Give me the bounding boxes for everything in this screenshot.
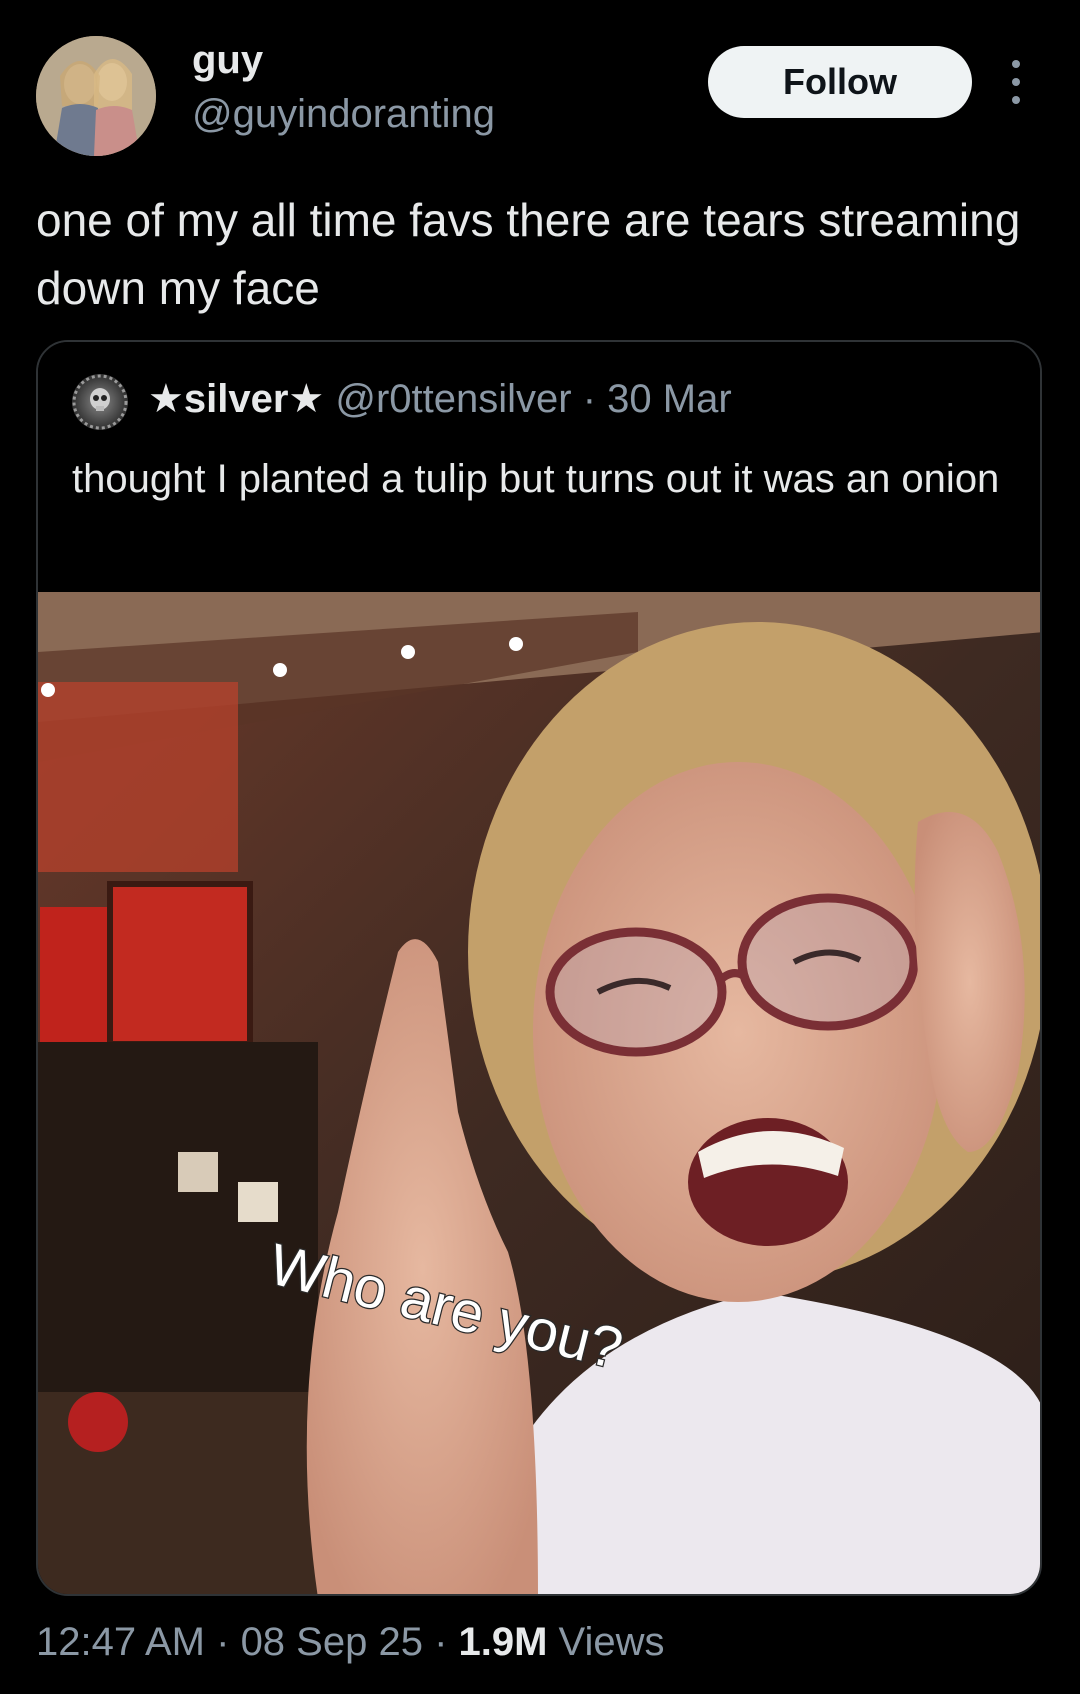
author-display-name[interactable]: guy bbox=[192, 38, 263, 83]
post-date[interactable]: 08 Sep 25 bbox=[241, 1620, 423, 1664]
author-handle[interactable]: @guyindoranting bbox=[192, 92, 495, 137]
quoted-author-avatar[interactable] bbox=[72, 374, 128, 430]
separator: · bbox=[422, 1620, 459, 1664]
dot bbox=[1012, 96, 1020, 104]
views-count[interactable]: 1.9M bbox=[459, 1620, 548, 1664]
post-text: one of my all time favs there are tears … bbox=[36, 194, 1021, 314]
separator: · bbox=[205, 1620, 241, 1664]
quoted-author-name[interactable]: ★silver★ bbox=[148, 377, 324, 421]
more-options-icon[interactable] bbox=[1004, 60, 1028, 104]
post-footer-meta: 12:47 AM · 08 Sep 25 · 1.9M Views bbox=[36, 1620, 665, 1665]
avatar-image bbox=[36, 36, 156, 156]
author-avatar[interactable] bbox=[36, 36, 156, 156]
quoted-post-header: ★silver★ @r0ttensilver · 30 Mar thought … bbox=[38, 342, 1040, 592]
quoted-author-handle[interactable]: @r0ttensilver bbox=[335, 377, 571, 421]
dot bbox=[1012, 78, 1020, 86]
skull-avatar-image bbox=[72, 374, 128, 430]
post-header: guy @guyindoranting Follow bbox=[0, 0, 1080, 170]
quoted-post-card[interactable]: ★silver★ @r0ttensilver · 30 Mar thought … bbox=[36, 340, 1042, 1596]
separator: · bbox=[571, 377, 608, 421]
post-time[interactable]: 12:47 AM bbox=[36, 1620, 205, 1664]
quoted-post-date[interactable]: 30 Mar bbox=[607, 377, 732, 421]
views-label: Views bbox=[547, 1620, 665, 1664]
follow-button[interactable]: Follow bbox=[708, 46, 972, 118]
quoted-post-media[interactable]: Who are you? bbox=[38, 592, 1040, 1594]
dot bbox=[1012, 60, 1020, 68]
quoted-post-meta: ★silver★ @r0ttensilver · 30 Mar bbox=[148, 376, 732, 422]
quoted-post-text: thought I planted a tulip but turns out … bbox=[72, 457, 1000, 501]
meme-image: Who are you? bbox=[38, 592, 1040, 1594]
